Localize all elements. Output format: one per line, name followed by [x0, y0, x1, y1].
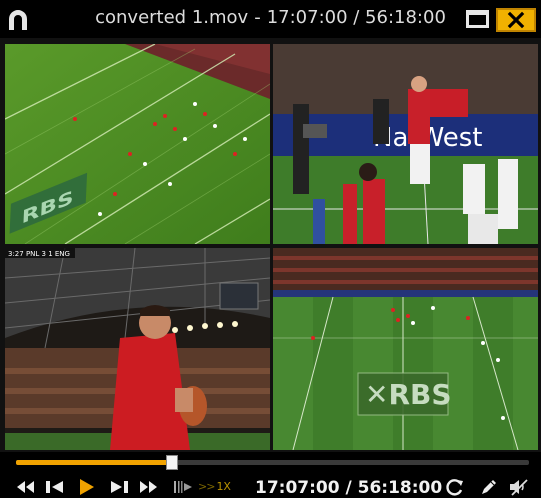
video-pane-top-left[interactable]: RBS	[5, 44, 270, 244]
elevated-pitch-shot: ✕RBS	[273, 248, 538, 450]
close-button[interactable]	[496, 8, 536, 32]
skip-to-end-button[interactable]	[138, 476, 160, 498]
play-button[interactable]	[76, 476, 96, 498]
rbs-pitch-logo-2: ✕RBS	[365, 378, 452, 411]
mute-button[interactable]	[508, 476, 530, 498]
skip-to-end-icon	[140, 481, 157, 493]
score-overlay: 3:27 PNL 3 1 ENG	[8, 250, 70, 258]
video-player-window: converted 1.mov -17:07:00 / 56:18:00 RBS…	[0, 0, 541, 498]
playback-rate-label: 1X	[216, 480, 231, 493]
window-title: converted 1.mov -17:07:00 / 56:18:00	[0, 7, 541, 28]
loop-icon	[446, 479, 463, 496]
step-forward-button[interactable]	[108, 476, 130, 498]
seek-bar[interactable]	[16, 455, 529, 470]
title-separator: -	[254, 7, 261, 28]
title-time: 17:07:00 / 56:18:00	[266, 7, 446, 28]
play-icon	[80, 479, 94, 495]
seek-handle[interactable]	[165, 455, 178, 470]
pen-icon	[482, 480, 496, 494]
video-pane-bottom-right[interactable]: ✕RBS	[273, 248, 538, 450]
title-filename: converted 1.mov	[95, 7, 249, 28]
maximize-button[interactable]	[466, 10, 489, 28]
lineout-closeup-shot: NatWest	[273, 44, 538, 244]
seek-progress	[16, 460, 172, 465]
video-area[interactable]: RBS NatWest	[0, 38, 541, 452]
stadium-player-shot: 3:27 PNL 3 1 ENG	[5, 248, 270, 450]
video-pane-bottom-left[interactable]: 3:27 PNL 3 1 ENG	[5, 248, 270, 450]
playback-rate[interactable]: >> 1X	[198, 480, 231, 493]
skip-to-start-button[interactable]	[14, 476, 36, 498]
slow-motion-button[interactable]	[172, 476, 194, 498]
speaker-muted-icon	[510, 479, 528, 496]
close-icon	[507, 11, 525, 29]
skip-to-start-icon	[17, 481, 34, 493]
annotate-button[interactable]	[478, 476, 500, 498]
step-forward-icon	[111, 481, 128, 493]
step-back-button[interactable]	[44, 476, 66, 498]
playback-controls: >> 1X 17:07:00 / 56:18:00	[0, 452, 541, 498]
slow-motion-icon	[174, 481, 192, 493]
title-bar[interactable]: converted 1.mov -17:07:00 / 56:18:00	[0, 0, 541, 38]
step-back-icon	[46, 481, 63, 493]
pitch-wide-shot: RBS	[5, 44, 270, 244]
video-pane-top-right[interactable]: NatWest	[273, 44, 538, 244]
time-display: 17:07:00 / 56:18:00	[255, 478, 443, 498]
loop-button[interactable]	[444, 476, 466, 498]
fast-forward-icon: >>	[198, 480, 215, 493]
